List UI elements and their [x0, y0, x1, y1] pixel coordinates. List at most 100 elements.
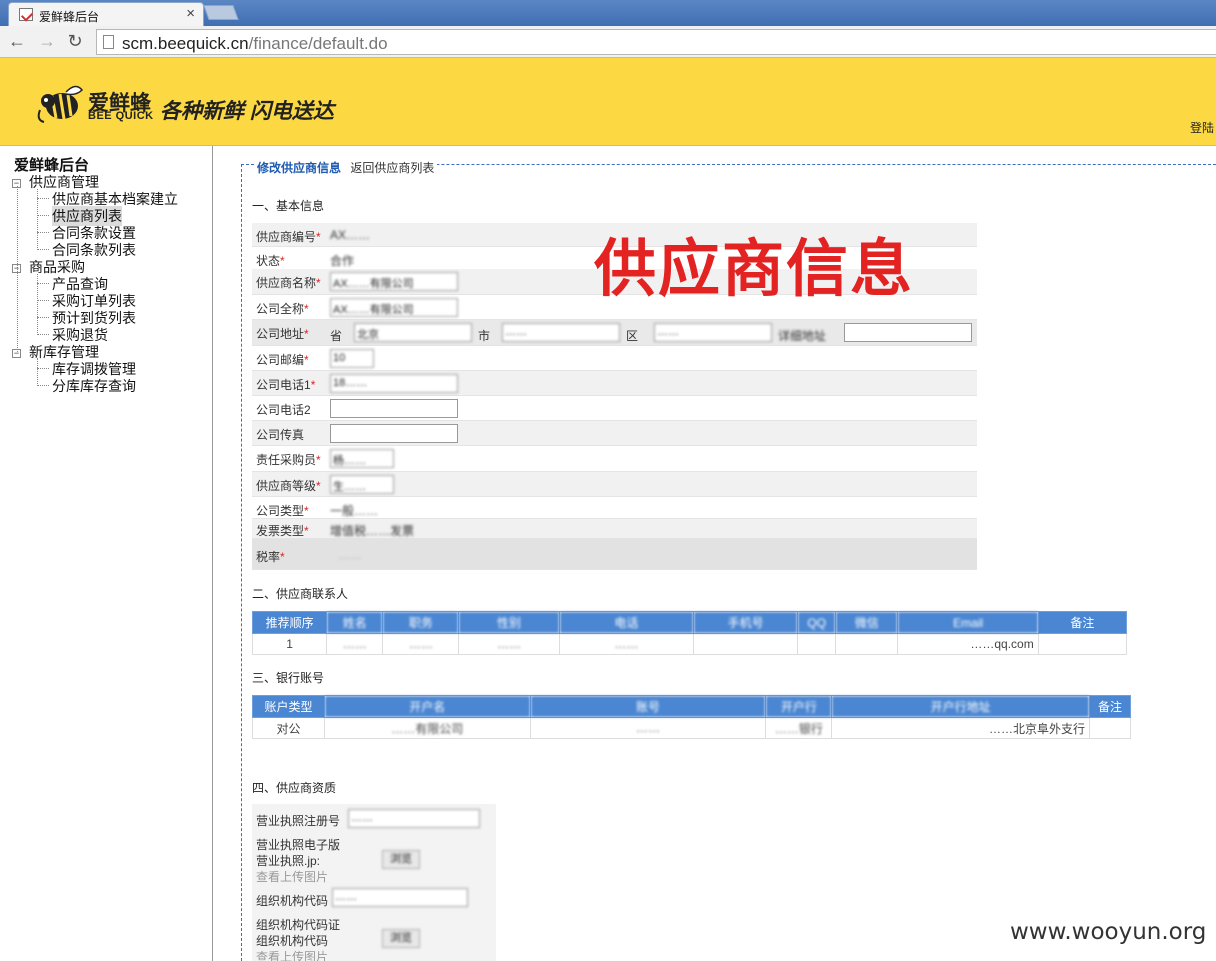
district-select[interactable]: ……	[654, 323, 772, 342]
col-header: 开户行地址	[831, 695, 1090, 718]
table-cell: ……qq.com	[897, 633, 1039, 655]
field-label: 发票类型*	[256, 524, 309, 538]
back-to-list-link[interactable]: 返回供应商列表	[350, 161, 434, 175]
page-icon	[103, 35, 114, 49]
table-cell	[797, 633, 837, 655]
postcode-input[interactable]: 10	[330, 349, 374, 368]
bank-table: 账户类型 开户名 账号 开户行 开户行地址 备注 对公 ……有限公司 …… ………	[252, 695, 1131, 739]
reload-icon[interactable]: ↻	[64, 30, 86, 52]
sidebar-item-branch-stock[interactable]: 分库库存查询	[52, 376, 136, 396]
form-row: 公司地址* 省 北京 市 …… 区 …… 详细地址	[252, 320, 977, 346]
detail-address-label: 详细地址	[778, 329, 827, 343]
license-file-label: 营业执照电子版	[256, 838, 341, 852]
table-cell	[1089, 717, 1131, 739]
fax-input[interactable]	[330, 424, 458, 443]
field-label: 供应商编号*	[256, 230, 321, 244]
table-cell: 1	[251, 633, 328, 655]
new-tab-button[interactable]	[203, 5, 239, 20]
table-cell: 对公	[252, 717, 325, 739]
view-upload-link[interactable]: 查看上传图片	[256, 868, 328, 885]
city-label: 市	[478, 329, 491, 343]
company-type-value: 一般……	[330, 504, 379, 518]
tree-connector	[37, 198, 49, 199]
table-cell	[692, 633, 799, 655]
field-label: 责任采购员*	[256, 453, 321, 467]
tree-connector	[37, 317, 49, 318]
company-fullname-input[interactable]: AX……有限公司	[330, 298, 458, 317]
table-cell	[1037, 633, 1128, 655]
field-label: 公司全称*	[256, 302, 309, 316]
col-header: 手机号	[692, 611, 799, 634]
form-row: 责任采购员* 杨……	[252, 446, 977, 472]
license-no-input[interactable]: ……	[348, 809, 480, 828]
col-header: 账号	[529, 695, 767, 718]
table-cell: ……	[558, 633, 694, 655]
city-select[interactable]: ……	[502, 323, 620, 342]
breadcrumb-current: 修改供应商信息	[257, 161, 342, 175]
field-label: 公司邮编*	[256, 353, 309, 367]
supplier-level-select[interactable]: 生……	[330, 475, 394, 494]
tree-connector	[37, 334, 49, 335]
license-no-label: 营业执照注册号	[256, 814, 341, 828]
province-select[interactable]: 北京	[354, 323, 472, 342]
contacts-header-row: 推荐顺序 姓名 职务 性别 电话 手机号 QQ 微信 Email 备注	[251, 611, 1128, 634]
field-label: 公司传真	[256, 428, 305, 442]
browser-tabstrip: 爱鲜蜂后台 ×	[0, 0, 1216, 26]
back-icon[interactable]: ←	[6, 30, 28, 52]
buyer-select[interactable]: 杨……	[330, 449, 394, 468]
logo-english: BEE QUICK	[88, 110, 154, 122]
province-label: 省	[330, 329, 343, 343]
slogan: 各种新鲜 闪电送达	[160, 100, 334, 123]
org-file-name: 组织机构代码	[256, 934, 329, 948]
tree-connector	[37, 368, 49, 369]
view-upload-link-2[interactable]: 查看上传图片	[256, 948, 328, 961]
browser-tab[interactable]: 爱鲜蜂后台 ×	[8, 2, 204, 26]
org-code-input[interactable]: ……	[332, 888, 468, 907]
form-row: 公司传真	[252, 421, 977, 446]
col-header: 职务	[382, 611, 460, 634]
table-cell: ……	[326, 633, 384, 655]
col-header: 备注	[1089, 695, 1131, 718]
field-label: 公司类型*	[256, 504, 309, 518]
bank-header-row: 账户类型 开户名 账号 开户行 开户行地址 备注	[252, 695, 1131, 718]
tab-close-icon[interactable]: ×	[186, 5, 195, 22]
form-row: 公司类型* 一般……	[252, 497, 977, 519]
col-header: 电话	[558, 611, 694, 634]
overlay-title: 供应商信息	[594, 235, 915, 304]
col-header: 推荐顺序	[251, 611, 328, 634]
form-row: 公司电话2	[252, 396, 977, 421]
tree-connector	[37, 215, 49, 216]
url-text: scm.beequick.cn/finance/default.do	[122, 34, 388, 53]
detail-address-input[interactable]	[844, 323, 972, 342]
section-bank: 三、银行账号	[252, 671, 325, 685]
field-label: 供应商等级*	[256, 479, 321, 493]
tree-connector	[37, 283, 49, 284]
col-header: QQ	[797, 611, 837, 634]
table-cell: ……	[382, 633, 460, 655]
org-browse-button[interactable]: 浏览	[382, 929, 420, 948]
field-label: 税率*	[256, 550, 285, 564]
table-row: 对公 ……有限公司 …… ……银行 ……北京阜外支行	[252, 717, 1131, 739]
phone2-input[interactable]	[330, 399, 458, 418]
table-row: 1 …… …… …… …… ……qq.com	[251, 633, 1128, 655]
district-label: 区	[626, 329, 639, 343]
license-browse-button[interactable]: 浏览	[382, 850, 420, 869]
table-cell: ……北京阜外支行	[831, 717, 1090, 739]
form-row: 公司电话1* 18……	[252, 371, 977, 396]
section-qualifications: 四、供应商资质	[252, 781, 337, 795]
browser-toolbar: ← → ↻ scm.beequick.cn/finance/default.do	[0, 26, 1216, 58]
col-header: 姓名	[326, 611, 384, 634]
wooyun-watermark: www.wooyun.org	[1010, 919, 1207, 945]
org-code-label: 组织机构代码	[256, 894, 329, 908]
login-link[interactable]: 登陆	[1190, 119, 1214, 136]
supplier-name-input[interactable]: AX……有限公司	[330, 272, 458, 291]
tax-rate-value: ……	[338, 548, 362, 562]
col-header: 性别	[458, 611, 560, 634]
col-header: 备注	[1037, 611, 1128, 634]
form-row: 公司邮编* 10	[252, 346, 977, 371]
forward-icon[interactable]: →	[36, 30, 58, 52]
table-cell: ……	[529, 717, 767, 739]
field-label: 公司地址*	[256, 327, 309, 341]
address-bar[interactable]: scm.beequick.cn/finance/default.do	[96, 29, 1216, 55]
phone1-input[interactable]: 18……	[330, 374, 458, 393]
